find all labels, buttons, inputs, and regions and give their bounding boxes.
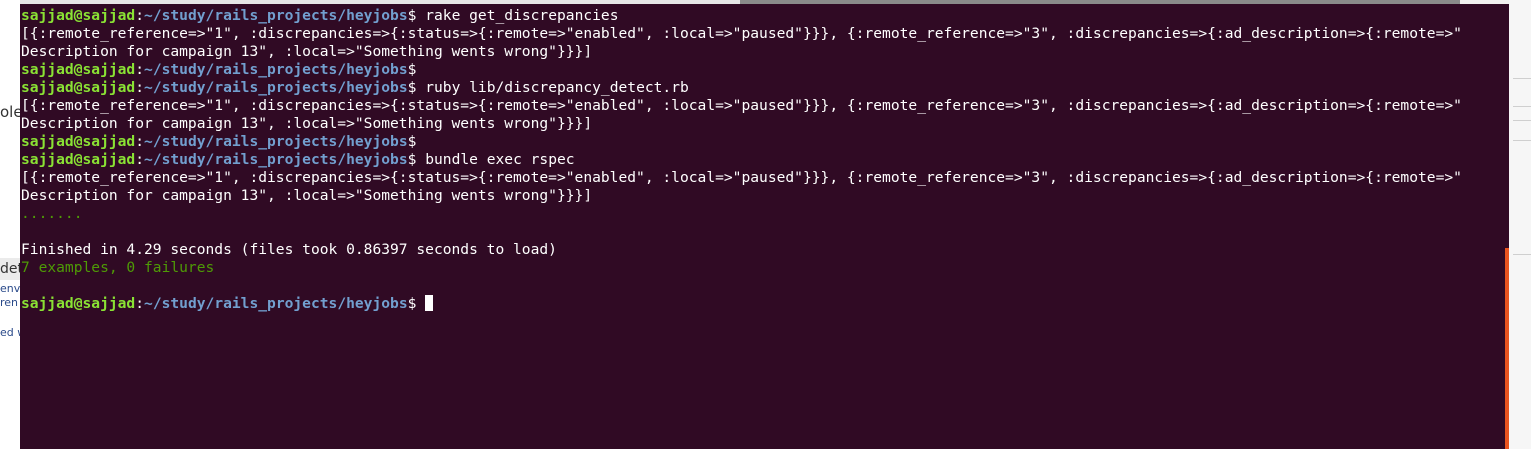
prompt-separator: : [135, 295, 145, 312]
prompt-user-host: sajjad@sajjad [21, 133, 136, 150]
terminal-output-line: Description for campaign 13", :local=>"S… [21, 115, 1462, 133]
prompt-user-host: sajjad@sajjad [21, 151, 136, 168]
background-window-left [0, 0, 20, 449]
prompt-separator: : [135, 61, 145, 78]
terminal-output-line: [{:remote_reference=>"1", :discrepancies… [21, 169, 1462, 187]
output-text: [{:remote_reference=>"1", :discrepancies… [21, 97, 1462, 114]
command-text: ruby lib/discrepancy_detect.rb [416, 79, 689, 96]
prompt-user-host: sajjad@sajjad [21, 61, 136, 78]
prompt-path: ~/study/rails_projects/heyjobs [144, 79, 408, 96]
prompt-separator: : [135, 151, 145, 168]
terminal-output-line: Description for campaign 13", :local=>"S… [21, 187, 1462, 205]
terminal-output-line: Description for campaign 13", :local=>"S… [21, 43, 1462, 61]
prompt-path: ~/study/rails_projects/heyjobs [144, 133, 408, 150]
output-text: Description for campaign 13", :local=>"S… [21, 43, 593, 60]
terminal-output-line: 7 examples, 0 failures [21, 259, 1462, 277]
prompt-symbol: $ [407, 133, 417, 150]
terminal-prompt-line: sajjad@sajjad:~/study/rails_projects/hey… [21, 79, 1462, 97]
output-text: [{:remote_reference=>"1", :discrepancies… [21, 25, 1462, 42]
terminal-prompt-line: sajjad@sajjad:~/study/rails_projects/hey… [21, 151, 1462, 169]
test-result-text: ....... [21, 205, 83, 222]
test-result-text: 7 examples, 0 failures [21, 259, 215, 276]
divider [1513, 106, 1531, 107]
output-text: Description for campaign 13", :local=>"S… [21, 187, 593, 204]
terminal-output-line: ....... [21, 205, 1462, 223]
prompt-user-host: sajjad@sajjad [21, 79, 136, 96]
output-text: Finished in 4.29 seconds (files took 0.8… [21, 241, 557, 258]
background-text-fragment: env [0, 282, 21, 295]
prompt-symbol: $ [407, 61, 417, 78]
desktop-screen: ole det env ren ed w sajjad@sajjad:~/stu… [0, 0, 1531, 449]
divider [1513, 140, 1531, 141]
output-text: [{:remote_reference=>"1", :discrepancies… [21, 169, 1462, 186]
prompt-separator: : [135, 79, 145, 96]
command-text [416, 295, 425, 312]
prompt-separator: : [135, 133, 145, 150]
terminal-output-line: Finished in 4.29 seconds (files took 0.8… [21, 241, 1462, 259]
command-text: bundle exec rspec [416, 151, 575, 168]
terminal-output-line: [{:remote_reference=>"1", :discrepancies… [21, 25, 1462, 43]
terminal-output[interactable]: sajjad@sajjad:~/study/rails_projects/hey… [21, 7, 1462, 313]
terminal-prompt-line: sajjad@sajjad:~/study/rails_projects/hey… [21, 7, 1462, 25]
prompt-user-host: sajjad@sajjad [21, 7, 136, 24]
background-text-fragment: ren [0, 296, 19, 309]
divider [1513, 120, 1531, 121]
prompt-path: ~/study/rails_projects/heyjobs [144, 61, 408, 78]
terminal-prompt-line: sajjad@sajjad:~/study/rails_projects/hey… [21, 295, 1462, 313]
terminal-output-line: [{:remote_reference=>"1", :discrepancies… [21, 97, 1462, 115]
terminal-scroll-indicator[interactable] [1505, 248, 1509, 449]
prompt-path: ~/study/rails_projects/heyjobs [144, 151, 408, 168]
terminal-window[interactable]: sajjad@sajjad:~/study/rails_projects/hey… [20, 4, 1509, 449]
prompt-path: ~/study/rails_projects/heyjobs [144, 7, 408, 24]
divider [1513, 78, 1531, 79]
prompt-path: ~/study/rails_projects/heyjobs [144, 295, 408, 312]
command-text: rake get_discrepancies [416, 7, 619, 24]
terminal-cursor[interactable] [425, 295, 434, 311]
terminal-prompt-line: sajjad@sajjad:~/study/rails_projects/hey… [21, 133, 1462, 151]
output-text: Description for campaign 13", :local=>"S… [21, 115, 593, 132]
prompt-separator: : [135, 7, 145, 24]
background-window-right [1509, 0, 1531, 449]
terminal-prompt-line: sajjad@sajjad:~/study/rails_projects/hey… [21, 61, 1462, 79]
prompt-user-host: sajjad@sajjad [21, 295, 136, 312]
divider [1513, 254, 1531, 255]
